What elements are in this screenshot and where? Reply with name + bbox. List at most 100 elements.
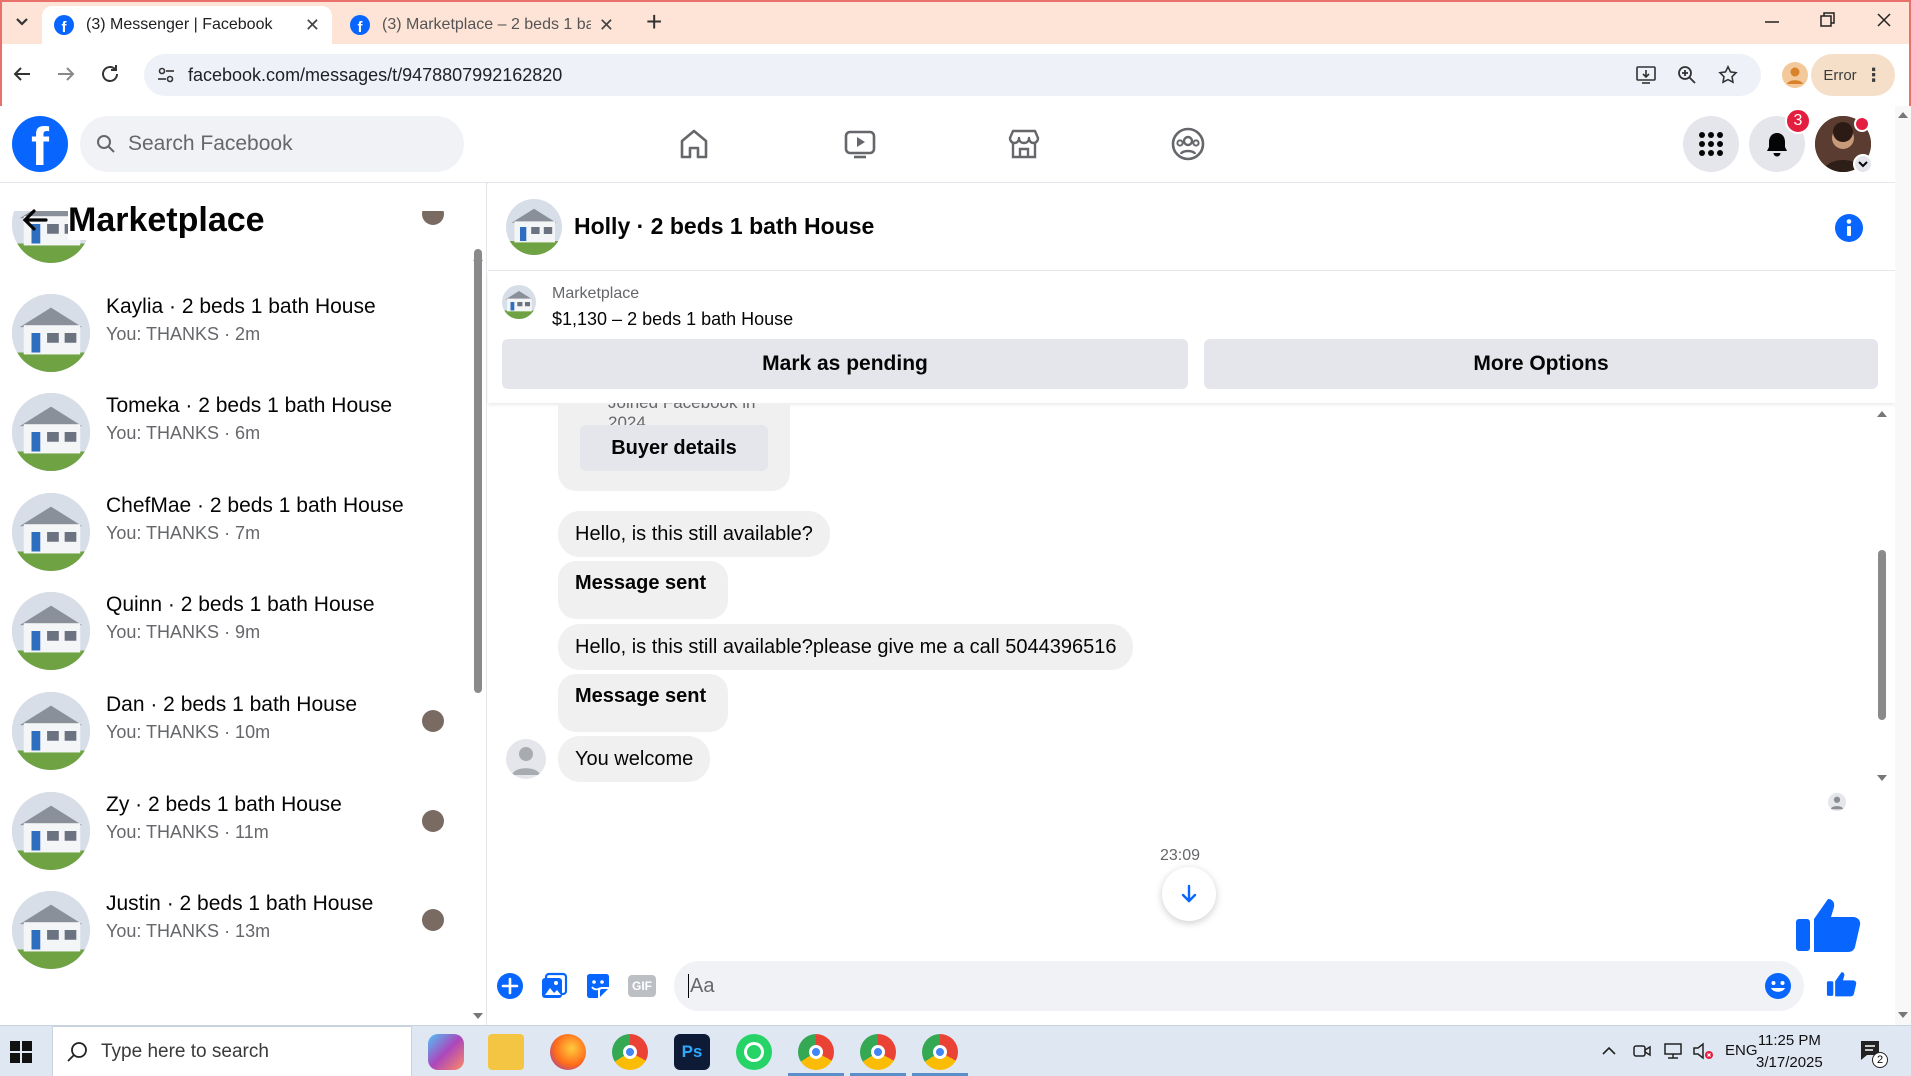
zoom-icon[interactable] (1677, 65, 1697, 85)
profile-avatar-icon[interactable] (1782, 62, 1808, 88)
tab-messenger[interactable]: f (3) Messenger | Facebook ✕ (42, 6, 332, 44)
facebook-search-input[interactable]: Search Facebook (80, 116, 464, 172)
attach-photo-icon[interactable] (540, 972, 568, 1000)
conversation-preview: You: THANKS · 13m (106, 921, 271, 942)
firefox-icon[interactable] (550, 1034, 586, 1070)
profile-error-chip[interactable]: Error ⋮ (1811, 54, 1895, 96)
conversation-name: Kaylia · 2 beds 1 bath House (106, 294, 376, 318)
chat-avatar[interactable] (506, 199, 562, 255)
listing-avatar (12, 692, 90, 770)
conversation-item[interactable]: Zy · 2 beds 1 bath House You: THANKS · 11… (0, 784, 470, 883)
large-like-icon[interactable] (1794, 895, 1864, 955)
chrome-icon[interactable] (612, 1034, 648, 1070)
info-icon[interactable] (1834, 213, 1864, 243)
emoji-icon[interactable] (1764, 972, 1792, 1000)
seen-avatar (422, 809, 444, 832)
bookmark-star-icon[interactable] (1717, 64, 1739, 86)
menu-grid-button[interactable] (1683, 116, 1739, 172)
chrome-profile-icon[interactable] (860, 1034, 896, 1070)
bell-icon (1767, 133, 1787, 157)
listing-avatar (12, 293, 90, 372)
conversation-item[interactable]: Kaylia · 2 beds 1 bath House You: THANKS … (0, 286, 470, 385)
buyer-profile-card: Joined Facebook in 2024 Buyer details (558, 403, 790, 491)
window-close-icon[interactable] (1874, 10, 1894, 30)
back-arrow-icon[interactable] (10, 62, 34, 86)
tray-chevron-icon[interactable] (1600, 1042, 1618, 1060)
groups-icon[interactable] (1168, 124, 1208, 164)
browser-toolbar: facebook.com/messages/t/9478807992162820… (0, 44, 1911, 106)
account-chevron-icon[interactable] (1853, 154, 1873, 174)
page-scrollbar[interactable] (1895, 106, 1911, 1025)
tab-title: (3) Messenger | Facebook (86, 16, 273, 33)
facebook-logo[interactable]: f (12, 116, 68, 172)
conversation-list: Ravee · 2 beds 1 bath HouseYou: THANKS ·… (0, 183, 470, 1025)
taskbar-search-input[interactable]: Type here to search (52, 1026, 412, 1076)
seen-avatar (422, 710, 444, 732)
conversation-item[interactable]: Justin · 2 beds 1 bath House You: THANKS … (0, 883, 470, 982)
chrome-profile-icon[interactable] (798, 1034, 834, 1070)
listing-title[interactable]: $1,130 – 2 beds 1 bath House (552, 309, 793, 330)
conversation-item[interactable]: Tomeka · 2 beds 1 bath House You: THANKS … (0, 385, 470, 484)
conversation-name: Zy · 2 beds 1 bath House (106, 792, 342, 816)
windows-start-icon[interactable] (10, 1041, 32, 1063)
volume-muted-icon[interactable] (1692, 1041, 1714, 1061)
chrome-profile-icon[interactable] (922, 1034, 958, 1070)
marketplace-icon[interactable] (1004, 124, 1044, 164)
buyer-details-button[interactable]: Buyer details (580, 425, 768, 471)
marketplace-label: Marketplace (552, 285, 640, 302)
taskbar-search-placeholder: Type here to search (101, 1040, 269, 1062)
clock-time: 11:25 PM (1757, 1032, 1821, 1049)
reload-icon[interactable] (98, 62, 122, 86)
facebook-favicon-icon: f (350, 15, 370, 35)
windows-taskbar: Type here to search Ps ENG 11:25 PM 3/17… (0, 1025, 1911, 1076)
tab-list-chevron-icon[interactable] (10, 10, 34, 34)
tab-title: (3) Marketplace – 2 beds 1 bath (382, 16, 591, 33)
video-icon[interactable] (840, 124, 880, 164)
chat-pane: Holly · 2 beds 1 bath House Marketplace … (488, 183, 1895, 1025)
file-explorer-icon[interactable] (488, 1034, 524, 1070)
meet-now-icon[interactable] (1632, 1041, 1652, 1061)
message-bubble: Hello, is this still available? (558, 511, 830, 557)
network-icon[interactable] (1662, 1041, 1684, 1061)
kebab-menu-icon[interactable]: ⋮ (1865, 65, 1883, 86)
copilot-app-icon[interactable] (428, 1034, 464, 1070)
conversation-item[interactable]: ChefMae · 2 beds 1 bath House You: THANKS… (0, 485, 470, 584)
sticker-icon[interactable] (584, 972, 612, 1000)
listing-thumbnail[interactable] (502, 285, 536, 319)
chat-title[interactable]: Holly · 2 beds 1 bath House (574, 213, 874, 240)
address-bar[interactable]: facebook.com/messages/t/9478807992162820 (144, 54, 1761, 96)
back-arrow-icon[interactable] (20, 205, 50, 235)
forward-arrow-icon[interactable] (54, 62, 78, 86)
mark-as-pending-button[interactable]: Mark as pending (502, 339, 1188, 389)
message-sent-bubble: Message sent (558, 674, 729, 732)
conversation-item[interactable]: Quinn · 2 beds 1 bath House You: THANKS ·… (0, 584, 470, 683)
whatsapp-icon[interactable] (736, 1034, 772, 1070)
sidebar-scrollbar[interactable] (470, 183, 486, 1025)
tab-close-icon[interactable]: ✕ (305, 15, 320, 36)
tab-close-icon[interactable]: ✕ (599, 15, 614, 36)
message-input[interactable]: Aa (674, 961, 1804, 1011)
photoshop-icon[interactable]: Ps (674, 1034, 710, 1070)
restore-icon[interactable] (1817, 10, 1837, 30)
minimize-icon[interactable] (1762, 10, 1782, 30)
gif-label: GIF (632, 979, 652, 993)
conversation-item[interactable]: Dan · 2 beds 1 bath House You: THANKS · 1… (0, 684, 470, 783)
install-app-icon[interactable] (1635, 65, 1657, 85)
read-receipt-avatar (1828, 793, 1846, 811)
system-clock[interactable]: 11:25 PM 3/17/2025 (1756, 1030, 1823, 1074)
tab-marketplace[interactable]: f (3) Marketplace – 2 beds 1 bath ✕ (338, 6, 626, 44)
add-more-icon[interactable] (496, 972, 524, 1000)
seen-avatar (422, 909, 444, 932)
chat-header: Holly · 2 beds 1 bath House (488, 183, 1895, 271)
thread-scrollbar[interactable] (1874, 405, 1890, 1005)
more-options-button[interactable]: More Options (1204, 339, 1878, 389)
home-icon[interactable] (674, 124, 714, 164)
scroll-to-bottom-button[interactable] (1162, 867, 1216, 921)
gif-button[interactable]: GIF (628, 975, 656, 997)
language-indicator[interactable]: ENG (1725, 1042, 1758, 1059)
clock-date: 3/17/2025 (1756, 1054, 1823, 1071)
site-info-icon[interactable] (156, 65, 176, 85)
new-tab-button[interactable]: + (646, 6, 662, 38)
message-timestamp: 23:09 (1160, 847, 1201, 864)
like-send-icon[interactable] (1826, 969, 1858, 999)
